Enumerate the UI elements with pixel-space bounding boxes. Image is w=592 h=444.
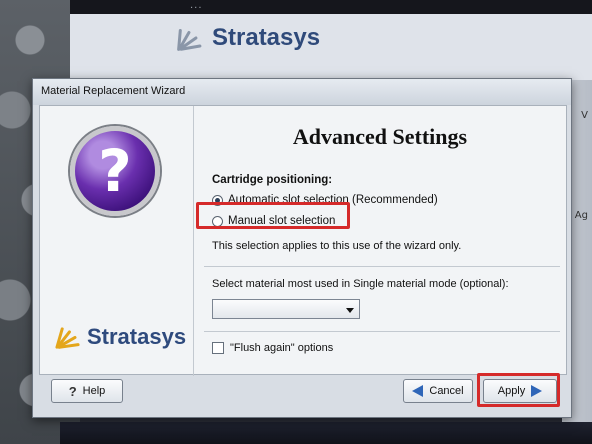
- background-title-text: ...: [190, 0, 203, 11]
- stratasys-brand: Stratasys: [55, 324, 187, 350]
- material-select-dropdown[interactable]: [212, 299, 360, 319]
- question-glyph: ?: [98, 137, 132, 205]
- flush-again-checkbox[interactable]: [212, 342, 224, 354]
- dialog-content: ? Stratasys Advanced Settings Cartridge …: [39, 105, 567, 376]
- question-icon: ?: [70, 126, 160, 216]
- stratasys-logo-icon: [177, 25, 206, 51]
- divider-horizontal-2: [204, 331, 560, 332]
- background-taskbar: [60, 422, 592, 444]
- help-button[interactable]: ? Help: [51, 379, 123, 403]
- background-side-text-2: Ag: [574, 210, 588, 221]
- material-select-label: Select material most used in Single mate…: [212, 278, 509, 290]
- material-replacement-wizard-dialog: Material Replacement Wizard ? Stratasys …: [32, 78, 572, 418]
- apply-button-highlight: [477, 373, 560, 407]
- brand-text: Stratasys: [87, 324, 187, 349]
- help-button-label: Help: [82, 385, 106, 397]
- background-stratasys-logo: Stratasys: [177, 24, 321, 52]
- manual-slot-highlight: [196, 202, 350, 229]
- cancel-button-label: Cancel: [429, 385, 464, 397]
- divider-horizontal-1: [204, 266, 560, 267]
- divider-vertical: [193, 106, 194, 376]
- dialog-title: Material Replacement Wizard: [33, 79, 571, 105]
- cartridge-positioning-label: Cartridge positioning:: [212, 174, 333, 186]
- background-side-text-1: V: [581, 110, 588, 121]
- back-arrow-icon: [412, 385, 424, 397]
- cancel-button[interactable]: Cancel: [403, 379, 473, 403]
- flush-again-option[interactable]: "Flush again" options: [212, 342, 333, 354]
- stratasys-logo-icon: [55, 325, 82, 349]
- background-logo-text: Stratasys: [212, 24, 321, 51]
- flush-again-label: "Flush again" options: [230, 342, 334, 354]
- background-window: ... Stratasys: [70, 0, 592, 80]
- help-icon: ?: [68, 383, 77, 399]
- selection-note: This selection applies to this use of th…: [212, 240, 462, 252]
- dropdown-arrow-icon[interactable]: [346, 308, 354, 313]
- page-heading: Advanced Settings: [292, 124, 468, 149]
